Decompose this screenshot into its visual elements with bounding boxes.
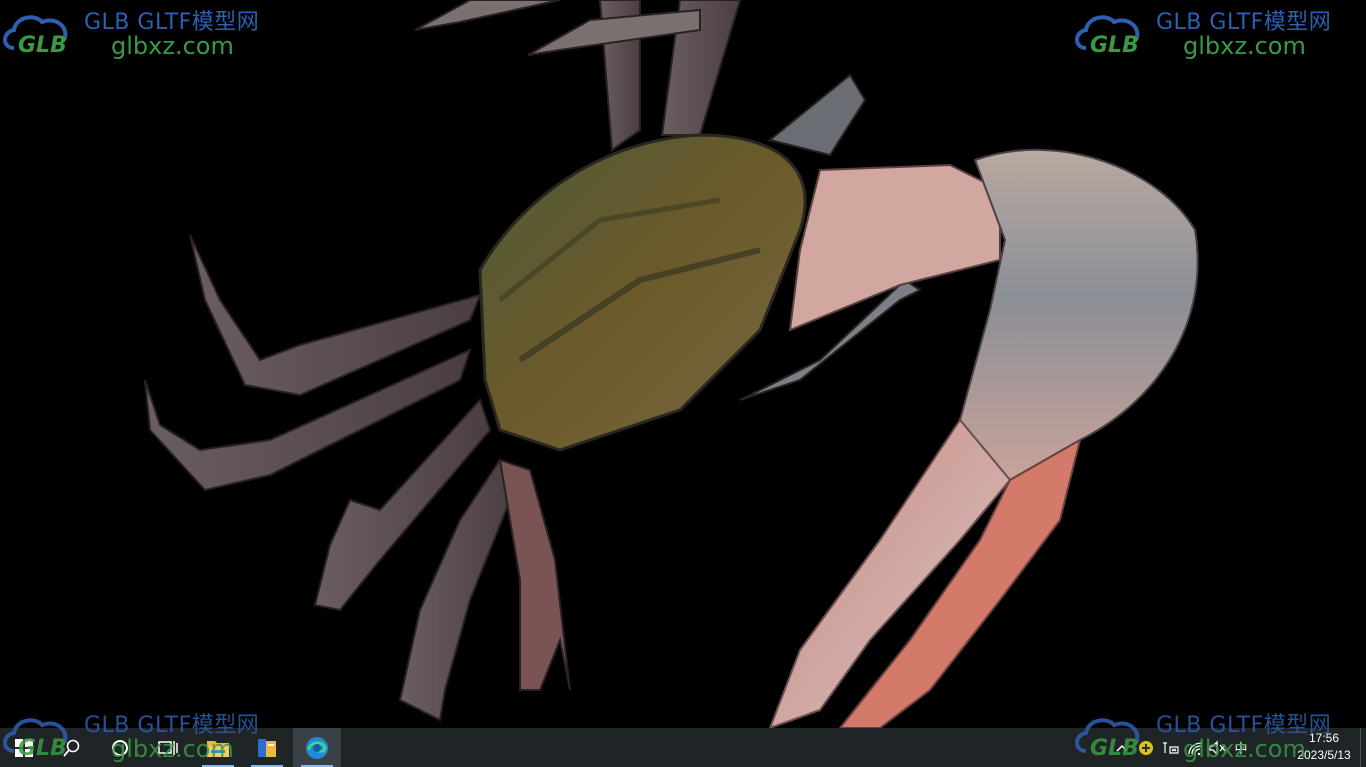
file-explorer-button[interactable] — [194, 728, 242, 767]
tray-app-icon[interactable] — [1134, 728, 1158, 767]
clock[interactable]: 17:56 2023/5/13 — [1292, 730, 1356, 764]
clock-time: 17:56 — [1308, 731, 1340, 745]
search-icon — [63, 739, 80, 757]
app-button[interactable] — [243, 728, 291, 767]
ime-label: 中 — [1234, 741, 1248, 756]
volume-button[interactable] — [1208, 728, 1228, 767]
start-button[interactable] — [0, 728, 48, 767]
crab-model-image — [144, 0, 1199, 728]
plus-circle-icon — [1139, 740, 1153, 755]
tray-input-icon[interactable] — [1158, 728, 1182, 767]
cortana-button[interactable] — [96, 728, 144, 767]
network-button[interactable] — [1184, 728, 1208, 767]
volume-muted-icon — [1209, 739, 1226, 756]
edge-button[interactable] — [293, 728, 341, 767]
desktop-background — [0, 0, 1366, 728]
folder-icon — [207, 740, 229, 757]
ime-indicator[interactable]: 中 — [1230, 728, 1252, 767]
task-view-icon — [158, 740, 178, 755]
wifi-icon — [1188, 741, 1203, 755]
taskbar: 中 17:56 2023/5/13 — [0, 728, 1366, 767]
windows-icon — [15, 738, 33, 757]
tray-overflow-button[interactable] — [1112, 728, 1132, 767]
edge-icon — [306, 736, 328, 759]
show-desktop-button[interactable] — [1360, 728, 1366, 767]
keyboard-pen-icon — [1163, 741, 1179, 754]
circle-icon — [112, 739, 128, 756]
clock-date: 2023/5/13 — [1297, 748, 1351, 762]
book-icon — [258, 738, 276, 757]
chevron-up-icon — [1116, 744, 1128, 752]
search-button[interactable] — [48, 728, 96, 767]
task-view-button[interactable] — [144, 728, 192, 767]
